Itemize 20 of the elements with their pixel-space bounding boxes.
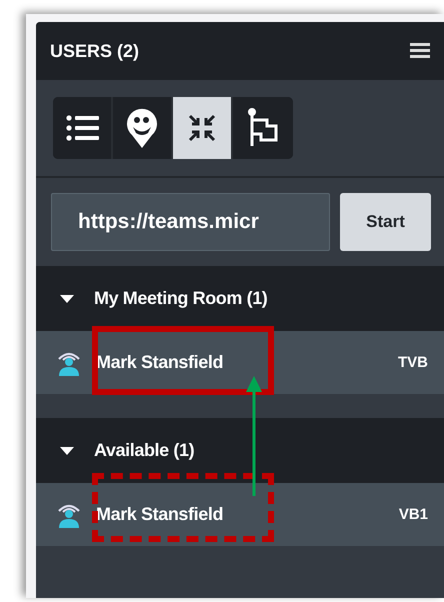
user-tag: TVB xyxy=(398,354,428,371)
menu-icon[interactable] xyxy=(410,43,430,59)
collapse-icon xyxy=(187,113,217,143)
expand-caret-icon[interactable] xyxy=(60,446,74,454)
panel-title: USERS (2) xyxy=(50,40,140,62)
user-name: Mark Stansfield xyxy=(96,352,224,373)
url-field[interactable]: https://teams.micr xyxy=(51,193,330,251)
user-name: Mark Stansfield xyxy=(96,504,224,525)
list-icon xyxy=(65,114,99,142)
user-row[interactable]: Mark Stansfield VB1 xyxy=(36,483,444,546)
flag-icon xyxy=(247,108,279,148)
user-row[interactable]: Mark Stansfield TVB xyxy=(36,331,444,394)
user-tag: VB1 xyxy=(398,506,428,523)
start-button[interactable]: Start xyxy=(340,193,431,251)
expand-caret-icon[interactable] xyxy=(60,294,74,302)
view-tab[interactable] xyxy=(53,97,113,159)
group-title: My Meeting Room (1) xyxy=(94,288,268,309)
group-title: Available (1) xyxy=(94,440,194,461)
map-pin-icon xyxy=(126,108,158,148)
view-tab[interactable] xyxy=(173,97,233,159)
